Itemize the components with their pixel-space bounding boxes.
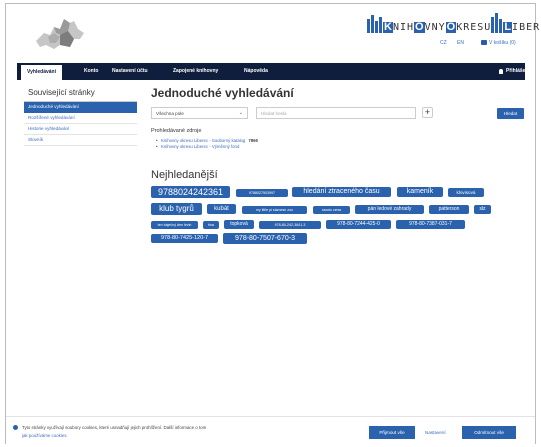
popular-tag[interactable]: 978-80-7425-120-7 <box>151 234 218 243</box>
logo-segment-okresu: O KRESU <box>445 21 492 33</box>
user-icon <box>499 69 503 74</box>
logo-letter: O <box>414 21 425 33</box>
accept-all-button[interactable]: Přijmout vše <box>369 426 415 439</box>
popular-tag[interactable]: klovisová <box>448 188 484 197</box>
popular-tag[interactable]: 9788024242361 <box>151 186 230 198</box>
lang-en-link[interactable]: EN <box>457 40 464 46</box>
sidebar-item-slovnik[interactable]: Slovník <box>24 135 137 146</box>
popular-tag[interactable]: topková <box>224 220 254 229</box>
popular-tag[interactable]: 978-80-242-3641-3 <box>259 221 321 229</box>
logo-segment-liberec: LIBEREC <box>491 13 541 33</box>
library-logo[interactable]: KNIH OVNY OKRESU LIBEREC <box>367 9 541 33</box>
search-input[interactable]: Hledat hesla <box>256 107 416 119</box>
sidebar-item-historie[interactable]: Historie vyhledávání <box>24 124 137 135</box>
logo-letter: K <box>383 21 393 33</box>
nav-item-nastaveni[interactable]: Nastavení účtu <box>112 63 148 80</box>
logo-segment-ovny: O VNY <box>414 22 446 33</box>
source-link[interactable]: Knihovny okresu Liberec - Souborný katal… <box>161 138 245 143</box>
popular-tag[interactable]: ten báječný den levin <box>151 221 198 229</box>
cookie-settings-link[interactable]: Nastavení <box>425 426 446 439</box>
main-content: Jednoduché vyhledávání Všechna pole ⌄ Hl… <box>151 86 525 244</box>
search-button[interactable]: Hledat <box>497 108 524 119</box>
info-icon <box>13 425 18 430</box>
logo-text: IBEREC <box>512 22 541 33</box>
logo-letter: L <box>503 21 513 33</box>
nav-item-napoveda[interactable]: Nápověda <box>244 63 268 80</box>
popular-tag[interactable]: 978-80-7387-031-7 <box>396 220 465 229</box>
sidebar-item-rozsirene[interactable]: Rozšířené vyhledávání <box>24 113 137 124</box>
logo-bars-icon <box>491 13 503 33</box>
nav-item-zapojene-knihovny[interactable]: Zapojené knihovny <box>173 63 218 80</box>
sidebar-item-jednoduche[interactable]: Jednoduché vyhledávání <box>24 102 137 113</box>
popular-tag[interactable]: naruto cenw <box>313 206 350 214</box>
main-navbar: Vyhledávání Konto Nastavení účtu Zapojen… <box>17 63 530 80</box>
sidebar-heading: Související stránky <box>24 88 137 102</box>
popular-tag[interactable]: my little pi siamese zoo <box>242 206 307 214</box>
page-title: Jednoduché vyhledávání <box>151 86 294 100</box>
nav-item-konto[interactable]: Konto <box>84 63 98 80</box>
popular-tag[interactable]: slz <box>474 205 491 214</box>
cookie-info-link[interactable]: jak používáme cookies. <box>22 433 68 438</box>
sidebar: Související stránky Jednoduché vyhledává… <box>24 88 137 146</box>
source-count: 7866 <box>248 138 258 143</box>
search-placeholder: Hledat hesla <box>261 111 287 116</box>
sources-list: Knihovny okresu Liberec - Souborný katal… <box>156 138 258 150</box>
popular-tag[interactable]: kubát <box>207 204 236 214</box>
popular-tag[interactable]: 978-80-7244-425-0 <box>326 220 391 229</box>
popular-tag[interactable]: tina <box>203 221 219 229</box>
logo-letter: O <box>445 21 457 33</box>
logo-text: VNY <box>424 22 446 33</box>
source-item: Knihovny okresu Liberec - Výměnný fond <box>156 144 258 150</box>
liberec-region-map-icon[interactable] <box>34 15 86 51</box>
add-field-button[interactable]: + <box>422 107 433 118</box>
field-select-value: Všechna pole <box>156 111 184 116</box>
logo-bars-icon <box>367 15 382 33</box>
cookie-bar: Tyto stránky využívají soubory cookies, … <box>6 416 535 444</box>
chevron-down-icon: ⌄ <box>238 110 243 116</box>
reject-all-button[interactable]: Odmítnout vše <box>462 426 516 439</box>
popular-tag[interactable]: klub tygrů <box>151 203 202 215</box>
popular-tag[interactable]: pán ledové zahrady <box>355 205 424 214</box>
logo-segment-knihovny: K NIH <box>367 15 414 33</box>
logo-text: NIH <box>392 22 415 33</box>
popular-tag[interactable]: 978-80-7507-670-3 <box>223 233 307 244</box>
source-link[interactable]: Knihovny okresu Liberec - Výměnný fond <box>161 144 239 149</box>
cookie-message: Tyto stránky využívají soubory cookies, … <box>22 425 207 430</box>
popular-tag[interactable]: 9788027503997 <box>236 189 288 197</box>
sources-heading: Prohledávané zdroje <box>151 128 202 134</box>
login-link[interactable]: Přihlášení <box>506 63 530 80</box>
logo-text: KRESU <box>456 22 492 33</box>
cart-icon[interactable] <box>481 40 487 45</box>
popular-tag[interactable]: patterson <box>429 205 469 214</box>
cart-link[interactable]: V košíku (0) <box>489 40 516 46</box>
cookie-text: Tyto stránky využívají soubory cookies, … <box>22 424 312 440</box>
popular-tag[interactable]: hledání ztraceného času <box>292 187 391 197</box>
nav-item-vyhledavani[interactable]: Vyhledávání <box>21 63 62 80</box>
field-select[interactable]: Všechna pole ⌄ <box>151 107 248 119</box>
lang-cz-link[interactable]: CZ <box>440 40 447 46</box>
popular-tag[interactable]: kameník <box>397 187 443 197</box>
popular-heading: Nejhledanější <box>151 169 218 181</box>
